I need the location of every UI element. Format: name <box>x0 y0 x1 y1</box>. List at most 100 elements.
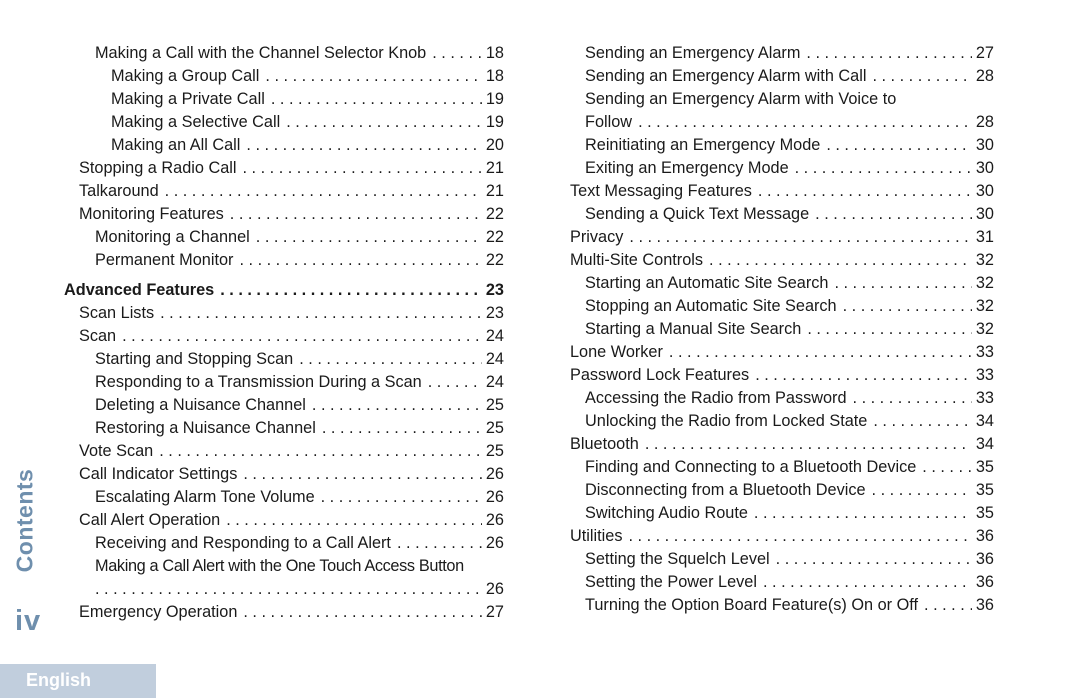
toc-entry[interactable]: Sending an Emergency Alarm with Voice to <box>570 88 994 111</box>
toc-entry[interactable]: Unlocking the Radio from Locked State 34 <box>570 410 994 433</box>
toc-entry[interactable]: Starting and Stopping Scan 24 <box>64 348 504 371</box>
toc-entry-page: 30 <box>975 182 994 200</box>
toc-entry[interactable]: Text Messaging Features 30 <box>570 180 994 203</box>
toc-entry[interactable]: Deleting a Nuisance Channel 25 <box>64 394 504 417</box>
leader-dots <box>271 88 482 111</box>
toc-entry-title: Talkaround <box>79 182 159 200</box>
toc-entry[interactable]: Permanent Monitor 22 <box>64 249 504 272</box>
toc-entry-page: 22 <box>485 228 504 246</box>
toc-entry[interactable]: Switching Audio Route 35 <box>570 502 994 525</box>
toc-entry[interactable]: Vote Scan 25 <box>64 440 504 463</box>
toc-entry[interactable]: Stopping an Automatic Site Search 32 <box>570 295 994 318</box>
toc-chapter-entry[interactable]: Advanced Features 23 <box>64 279 504 302</box>
toc-entry[interactable]: Restoring a Nuisance Channel 25 <box>64 417 504 440</box>
toc-entry-title: Bluetooth <box>570 435 639 453</box>
toc-entry-title: Accessing the Radio from Password <box>585 389 847 407</box>
toc-entry-continuation[interactable]: Follow 28 <box>570 111 994 134</box>
toc-entry[interactable]: Utilities 36 <box>570 525 994 548</box>
toc-entry[interactable]: Multi-Site Controls 32 <box>570 249 994 272</box>
toc-entry-page: 27 <box>485 603 504 621</box>
toc-entry[interactable]: Escalating Alarm Tone Volume 26 <box>64 486 504 509</box>
page-number: iv <box>15 605 42 637</box>
toc-entry[interactable]: Scan 24 <box>64 325 504 348</box>
toc-entry[interactable]: Making a Selective Call 19 <box>64 111 504 134</box>
toc-entry-title: Privacy <box>570 228 624 246</box>
toc-entry-title: Sending an Emergency Alarm <box>585 44 801 62</box>
leader-dots <box>755 364 972 387</box>
toc-entry-page: 24 <box>485 350 504 368</box>
toc-entry[interactable]: Receiving and Responding to a Call Alert… <box>64 532 504 555</box>
toc-entry-title: Making a Call Alert with the One Touch A… <box>95 557 464 575</box>
toc-entry[interactable]: Exiting an Emergency Mode 30 <box>570 157 994 180</box>
toc-entry-title: Starting and Stopping Scan <box>95 350 294 368</box>
toc-entry[interactable]: Call Alert Operation 26 <box>64 509 504 532</box>
toc-entry[interactable]: Making a Call with the Channel Selector … <box>64 42 504 65</box>
toc-entry[interactable]: Making a Group Call 18 <box>64 65 504 88</box>
toc-entry[interactable]: Making a Call Alert with the One Touch A… <box>64 555 504 578</box>
toc-entry-title: Unlocking the Radio from Locked State <box>585 412 868 430</box>
toc-entry[interactable]: Monitoring a Channel 22 <box>64 226 504 249</box>
toc-entry-page: 24 <box>485 327 504 345</box>
toc-entry[interactable]: Starting a Manual Site Search 32 <box>570 318 994 341</box>
toc-entry-page: 36 <box>975 573 994 591</box>
toc-entry-title: Making a Private Call <box>111 90 265 108</box>
toc-entry-page: 25 <box>485 442 504 460</box>
toc-entry-title: Making an All Call <box>111 136 241 154</box>
toc-entry-title: Utilities <box>570 527 623 545</box>
toc-entry[interactable]: Accessing the Radio from Password 33 <box>570 387 994 410</box>
toc-entry-title: Escalating Alarm Tone Volume <box>95 488 315 506</box>
toc-entry[interactable]: Bluetooth 34 <box>570 433 994 456</box>
toc-entry-title: Turning the Option Board Feature(s) On o… <box>585 596 919 614</box>
toc-entry[interactable]: Call Indicator Settings 26 <box>64 463 504 486</box>
language-tab[interactable]: English <box>0 664 156 698</box>
leader-dots <box>159 440 482 463</box>
toc-entry[interactable]: Emergency Operation 27 <box>64 601 504 624</box>
toc-entry[interactable]: Sending an Emergency Alarm 27 <box>570 42 994 65</box>
toc-entry-page: 35 <box>975 481 994 499</box>
leader-dots <box>397 532 482 555</box>
toc-entry[interactable]: Lone Worker 33 <box>570 341 994 364</box>
toc-entry[interactable]: Password Lock Features 33 <box>570 364 994 387</box>
leader-dots <box>872 479 972 502</box>
toc-entry[interactable]: Talkaround 21 <box>64 180 504 203</box>
leader-dots <box>873 410 972 433</box>
toc-entry[interactable]: Privacy 31 <box>570 226 994 249</box>
toc-entry-page: 36 <box>975 596 994 614</box>
toc-entry-page: 26 <box>485 534 504 552</box>
leader-dots <box>853 387 972 410</box>
toc-entry[interactable]: Starting an Automatic Site Search 32 <box>570 272 994 295</box>
toc-entry[interactable]: Responding to a Transmission During a Sc… <box>64 371 504 394</box>
toc-entry[interactable]: Sending a Quick Text Message 30 <box>570 203 994 226</box>
toc-entry-title: Scan Lists <box>79 304 155 322</box>
toc-entry[interactable]: Setting the Squelch Level 36 <box>570 548 994 571</box>
toc-entry[interactable]: Setting the Power Level 36 <box>570 571 994 594</box>
toc-entry[interactable]: Reinitiating an Emergency Mode 30 <box>570 134 994 157</box>
toc-entry[interactable]: Making an All Call 20 <box>64 134 504 157</box>
toc-entry-title: Sending a Quick Text Message <box>585 205 810 223</box>
toc-entry-page: 19 <box>485 113 504 131</box>
toc-entry-title: Starting a Manual Site Search <box>585 320 802 338</box>
leader-dots <box>230 203 482 226</box>
toc-entry[interactable]: Disconnecting from a Bluetooth Device 35 <box>570 479 994 502</box>
leader-dots <box>807 318 972 341</box>
toc-entry-title: Call Indicator Settings <box>79 465 238 483</box>
toc-entry-continuation[interactable]: 26 <box>64 578 504 601</box>
toc-entry[interactable]: Monitoring Features 22 <box>64 203 504 226</box>
toc-entry-page: 19 <box>485 90 504 108</box>
toc-entry-title: Disconnecting from a Bluetooth Device <box>585 481 866 499</box>
toc-entry[interactable]: Stopping a Radio Call 21 <box>64 157 504 180</box>
toc-entry[interactable]: Sending an Emergency Alarm with Call 28 <box>570 65 994 88</box>
toc-entry-title: Permanent Monitor <box>95 251 234 269</box>
toc-entry-page: 21 <box>485 182 504 200</box>
toc-entry[interactable]: Turning the Option Board Feature(s) On o… <box>570 594 994 617</box>
toc-entry-page: 18 <box>485 67 504 85</box>
toc-entry[interactable]: Scan Lists 23 <box>64 302 504 325</box>
toc-entry-page: 34 <box>975 435 994 453</box>
toc-entry-page: 30 <box>975 136 994 154</box>
toc-entry[interactable]: Finding and Connecting to a Bluetooth De… <box>570 456 994 479</box>
toc-entry-page: 30 <box>975 205 994 223</box>
leader-dots <box>834 272 971 295</box>
leader-dots <box>843 295 972 318</box>
toc-entry[interactable]: Making a Private Call 19 <box>64 88 504 111</box>
toc-entry-page: 34 <box>975 412 994 430</box>
